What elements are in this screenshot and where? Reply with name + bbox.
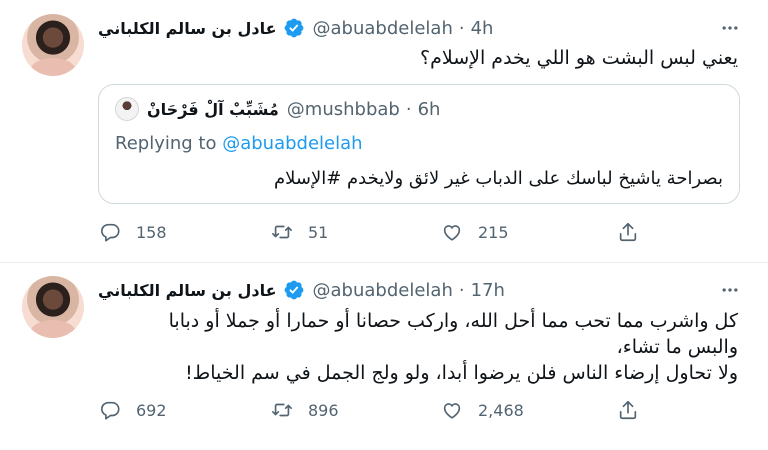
like-button[interactable]: 2,468 <box>440 398 524 422</box>
reply-icon <box>98 220 122 244</box>
retweet-count: 896 <box>308 400 339 420</box>
share-icon <box>616 398 640 422</box>
tweet-text: يعني لبس البشت هو اللي يخدم الإسلام؟ <box>420 47 738 69</box>
like-button[interactable]: 215 <box>440 220 509 244</box>
like-count: 2,468 <box>478 400 524 420</box>
like-icon <box>440 220 464 244</box>
retweet-button[interactable]: 896 <box>270 398 339 422</box>
reply-button[interactable]: 692 <box>98 398 167 422</box>
retweet-button[interactable]: 51 <box>270 220 328 244</box>
user-handle[interactable]: @abuabdelelah <box>313 18 453 39</box>
more-options-icon[interactable] <box>716 276 744 304</box>
replying-to: Replying to @abuabdelelah <box>115 133 363 154</box>
quoted-avatar <box>115 97 139 121</box>
avatar[interactable] <box>22 276 84 338</box>
retweet-icon <box>270 220 294 244</box>
reply-count: 158 <box>136 222 167 242</box>
quoted-timestamp: 6h <box>417 98 441 120</box>
retweet-icon <box>270 398 294 422</box>
quoted-tweet-text: بصراحة ياشيخ لباسك على الدباب غير لائق و… <box>273 168 723 189</box>
share-button[interactable] <box>616 220 640 244</box>
quoted-tweet-header: مُشَبِّبْ آلْ فَرْحَانْ @mushbbab · 6h <box>115 97 440 121</box>
timestamp[interactable]: 17h <box>471 280 505 301</box>
tweet-actions: 692 896 2,468 <box>98 398 658 422</box>
tweet-actions: 158 51 215 <box>98 220 658 244</box>
separator-dot: · <box>405 98 412 120</box>
replying-to-mention[interactable]: @abuabdelelah <box>222 133 362 154</box>
quoted-user-handle: @mushbbab <box>286 98 400 120</box>
like-count: 215 <box>478 222 509 242</box>
separator-dot: · <box>458 279 465 301</box>
tweet[interactable]: عادل بن سالم الكلباني @abuabdelelah · 4h… <box>0 0 768 263</box>
share-icon <box>616 220 640 244</box>
display-name[interactable]: عادل بن سالم الكلباني <box>98 281 277 300</box>
retweet-count: 51 <box>308 222 329 242</box>
tweet-header: عادل بن سالم الكلباني @abuabdelelah · 4h <box>98 16 493 40</box>
quoted-display-name: مُشَبِّبْ آلْ فَرْحَانْ <box>147 99 279 119</box>
share-button[interactable] <box>616 398 640 422</box>
like-icon <box>440 398 464 422</box>
reply-count: 692 <box>136 400 167 420</box>
avatar[interactable] <box>22 14 84 76</box>
reply-button[interactable]: 158 <box>98 220 167 244</box>
reply-icon <box>98 398 122 422</box>
quoted-tweet[interactable]: مُشَبِّبْ آلْ فَرْحَانْ @mushbbab · 6h R… <box>98 84 740 204</box>
replying-to-label: Replying to <box>115 133 217 154</box>
timestamp[interactable]: 4h <box>471 18 494 39</box>
verified-badge-icon <box>283 17 305 39</box>
verified-badge-icon <box>283 279 305 301</box>
tweet-text: كل واشرب مما تحب مما أحل الله، واركب حصا… <box>168 310 738 384</box>
user-handle[interactable]: @abuabdelelah <box>313 280 453 301</box>
separator-dot: · <box>458 17 465 39</box>
display-name[interactable]: عادل بن سالم الكلباني <box>98 19 277 38</box>
tweet-header: عادل بن سالم الكلباني @abuabdelelah · 17… <box>98 278 505 302</box>
tweet[interactable]: عادل بن سالم الكلباني @abuabdelelah · 17… <box>0 262 768 450</box>
more-options-icon[interactable] <box>716 14 744 42</box>
